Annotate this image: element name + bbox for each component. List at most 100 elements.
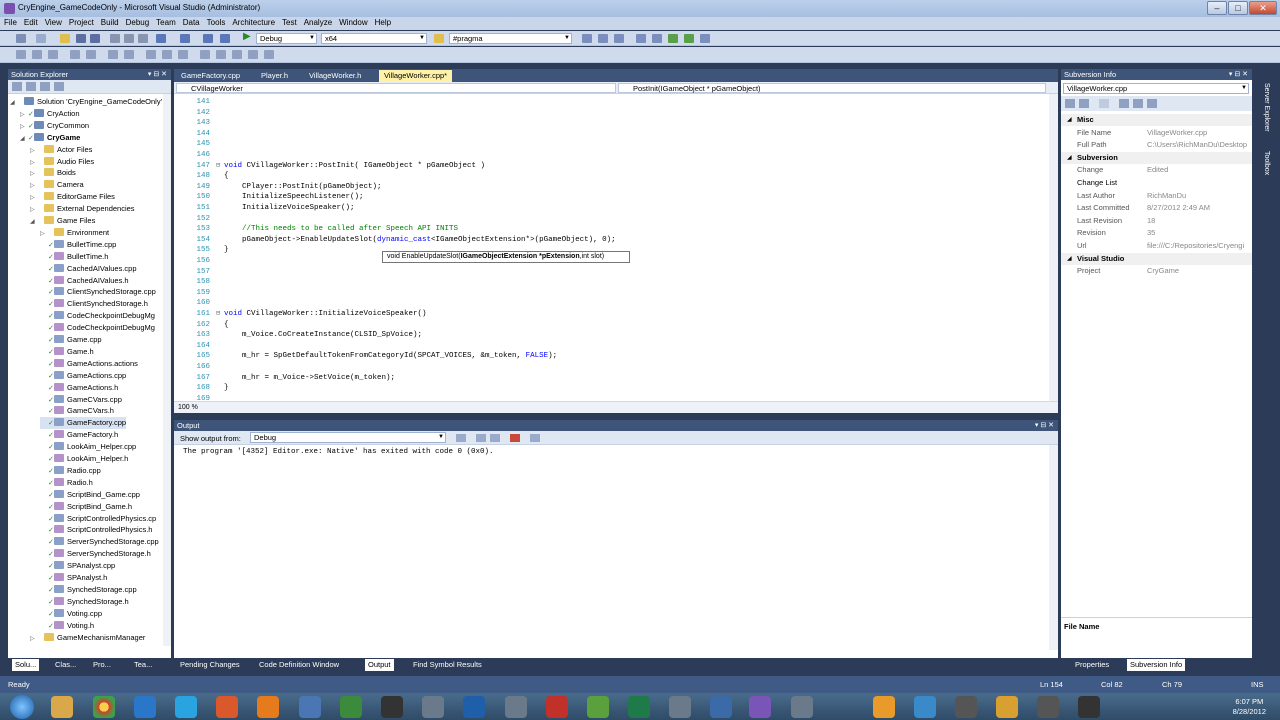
solution-scrollbar[interactable] [163, 94, 171, 646]
property-category[interactable]: ◢ Misc [1061, 114, 1252, 126]
collapse-arrow-icon[interactable]: ◢ [1067, 114, 1072, 126]
tree-item[interactable]: ▷ Audio Files [30, 156, 94, 168]
configuration-combo[interactable]: Debug ▼ [256, 33, 317, 44]
app-icon[interactable] [791, 696, 813, 718]
property-row[interactable]: Last Author RichManDu [1061, 190, 1252, 202]
collapse-arrow-icon[interactable]: ◢ [1067, 253, 1072, 265]
quick-info-icon[interactable] [48, 50, 58, 59]
menu-tools[interactable]: Tools [203, 17, 226, 27]
add-item-icon[interactable] [36, 34, 46, 43]
paste-icon[interactable] [138, 34, 148, 43]
solution-explorer-icon[interactable] [598, 34, 608, 43]
property-row[interactable]: Last Revision 18 [1061, 215, 1252, 227]
toggle-word-wrap-icon[interactable] [530, 434, 540, 442]
object-combo[interactable]: VillageWorker.cpp ▼ [1063, 83, 1249, 94]
bottom-tab-solu-[interactable]: Solu... [12, 659, 40, 671]
property-row[interactable]: Revision 35 [1061, 227, 1252, 239]
tree-item[interactable]: ✓ CachedAIValues.cpp [40, 263, 137, 275]
tree-item[interactable]: ▷ Environment [40, 227, 109, 239]
tree-item[interactable]: ✓ LookAim_Helper.h [40, 453, 128, 465]
tree-item[interactable]: ✓ ScriptControlledPhysics.h [40, 524, 152, 536]
editor-scrollbar[interactable] [1049, 94, 1058, 404]
bottom-tab-properties[interactable]: Properties [1075, 659, 1109, 671]
tab-player-h[interactable]: Player.h [256, 70, 293, 82]
tree-item[interactable]: ✓ CodeCheckpointDebugMg [40, 322, 155, 334]
tree-item[interactable]: ✓ Voting.cpp [40, 608, 102, 620]
menu-edit[interactable]: Edit [20, 17, 38, 27]
editor-toolbar-options-icon[interactable] [264, 50, 274, 59]
tree-item[interactable]: ✓ GameFactory.cpp [40, 417, 127, 430]
toolbox-tab[interactable]: Toolbox [1263, 151, 1270, 175]
tree-item[interactable]: ✓ ServerSynchedStorage.cpp [40, 536, 159, 548]
open-file-icon[interactable] [60, 34, 70, 43]
menu-view[interactable]: View [41, 17, 62, 27]
app-icon[interactable] [669, 696, 691, 718]
previous-message-icon[interactable] [476, 434, 486, 442]
new-project-icon[interactable] [16, 34, 26, 43]
property-row[interactable]: File Name VillageWorker.cpp [1061, 127, 1252, 139]
collapse-arrow-icon[interactable]: ◢ [1067, 152, 1072, 164]
toggle-bookmark-icon[interactable] [146, 50, 156, 59]
tree-item[interactable]: ✓ GameActions.cpp [40, 370, 126, 382]
tree-item[interactable]: ✓ GameFactory.h [40, 429, 118, 441]
redo-icon[interactable] [180, 34, 190, 43]
refresh-icon[interactable] [1119, 99, 1129, 108]
panel-controls[interactable]: ▾ ⊟ ✕ [1035, 420, 1054, 431]
tree-item[interactable]: ✓ CachedAIValues.h [40, 275, 129, 287]
property-row[interactable]: Url file:///C:/Repositories/Cryengi [1061, 240, 1252, 252]
clear-bookmarks-icon[interactable] [232, 50, 242, 59]
avast-icon[interactable] [216, 696, 238, 718]
tree-item[interactable]: ▷ Camera [30, 179, 84, 191]
property-row[interactable]: Project CryGame [1061, 265, 1252, 277]
increase-indent-icon[interactable] [86, 50, 96, 59]
object-browser-icon[interactable] [636, 34, 646, 43]
save-all-icon[interactable] [90, 34, 100, 43]
expand-arrow-icon[interactable]: ▷ [30, 633, 38, 645]
panel-controls[interactable]: ▾ ⊟ ✕ [148, 69, 167, 80]
show-all-files-icon[interactable] [26, 82, 36, 91]
property-row[interactable]: Change Edited [1061, 164, 1252, 176]
bottom-tab-clas-[interactable]: Clas... [55, 659, 76, 671]
display-object-members-icon[interactable] [16, 50, 26, 59]
mozilla-icon[interactable] [257, 696, 279, 718]
commit-icon[interactable] [1133, 99, 1143, 108]
tree-item[interactable]: ▷ EditorGame Files [30, 191, 115, 203]
save-icon[interactable] [76, 34, 86, 43]
tree-item[interactable]: ✓ SPAnalyst.h [40, 572, 107, 584]
tree-item[interactable]: ✓ GameCVars.cpp [40, 394, 122, 406]
previous-bookmark-in-folder-icon[interactable] [200, 50, 210, 59]
update-icon[interactable] [1147, 99, 1157, 108]
zoom-level[interactable]: 100 % [178, 404, 198, 411]
property-row[interactable]: Change List [1061, 177, 1252, 189]
tree-item[interactable]: ✓ Game.cpp [40, 334, 102, 346]
panel-controls[interactable]: ▾ ⊟ ✕ [1229, 69, 1248, 80]
skype-icon[interactable] [175, 696, 197, 718]
menu-project[interactable]: Project [65, 17, 94, 27]
xbox-icon[interactable] [340, 696, 362, 718]
find-icon[interactable] [582, 34, 592, 43]
tree-item[interactable]: ✓ GameActions.h [40, 382, 118, 394]
tree-item[interactable]: ✓ GameActions.actions [40, 358, 138, 370]
uncomment-icon[interactable] [124, 50, 134, 59]
tree-item[interactable]: ◢ ✓ CryGame [20, 132, 80, 144]
tree-item[interactable]: ✓ ClientSynchedStorage.h [40, 298, 148, 310]
maximize-button[interactable]: □ [1228, 1, 1248, 15]
collapse-arrow-icon[interactable]: ◢ [30, 216, 38, 228]
tree-item[interactable]: ✓ GameCVars.h [40, 405, 114, 417]
navigate-forward-icon[interactable] [220, 34, 230, 43]
toolbox-icon[interactable] [652, 34, 662, 43]
chrome-icon[interactable] [93, 696, 115, 718]
tree-item[interactable]: ▷ Actor Files [30, 144, 92, 156]
dictionary-icon[interactable] [710, 696, 732, 718]
next-bookmark-in-folder-icon[interactable] [216, 50, 226, 59]
next-message-icon[interactable] [490, 434, 500, 442]
menu-file[interactable]: File [0, 17, 17, 27]
property-pages-icon[interactable] [1099, 99, 1109, 108]
tree-item[interactable]: ✓ ScriptBind_Game.h [40, 501, 132, 513]
fold-toggle-icon[interactable]: ⊟ [216, 161, 220, 171]
tree-item[interactable]: ✓ ScriptControlledPhysics.cp [40, 513, 156, 525]
bottom-tab-pro-[interactable]: Pro... [93, 659, 111, 671]
next-bookmark-icon[interactable] [178, 50, 188, 59]
tree-item[interactable]: ✓ Radio.h [40, 477, 93, 489]
property-category[interactable]: ◢ Visual Studio [1061, 252, 1252, 265]
